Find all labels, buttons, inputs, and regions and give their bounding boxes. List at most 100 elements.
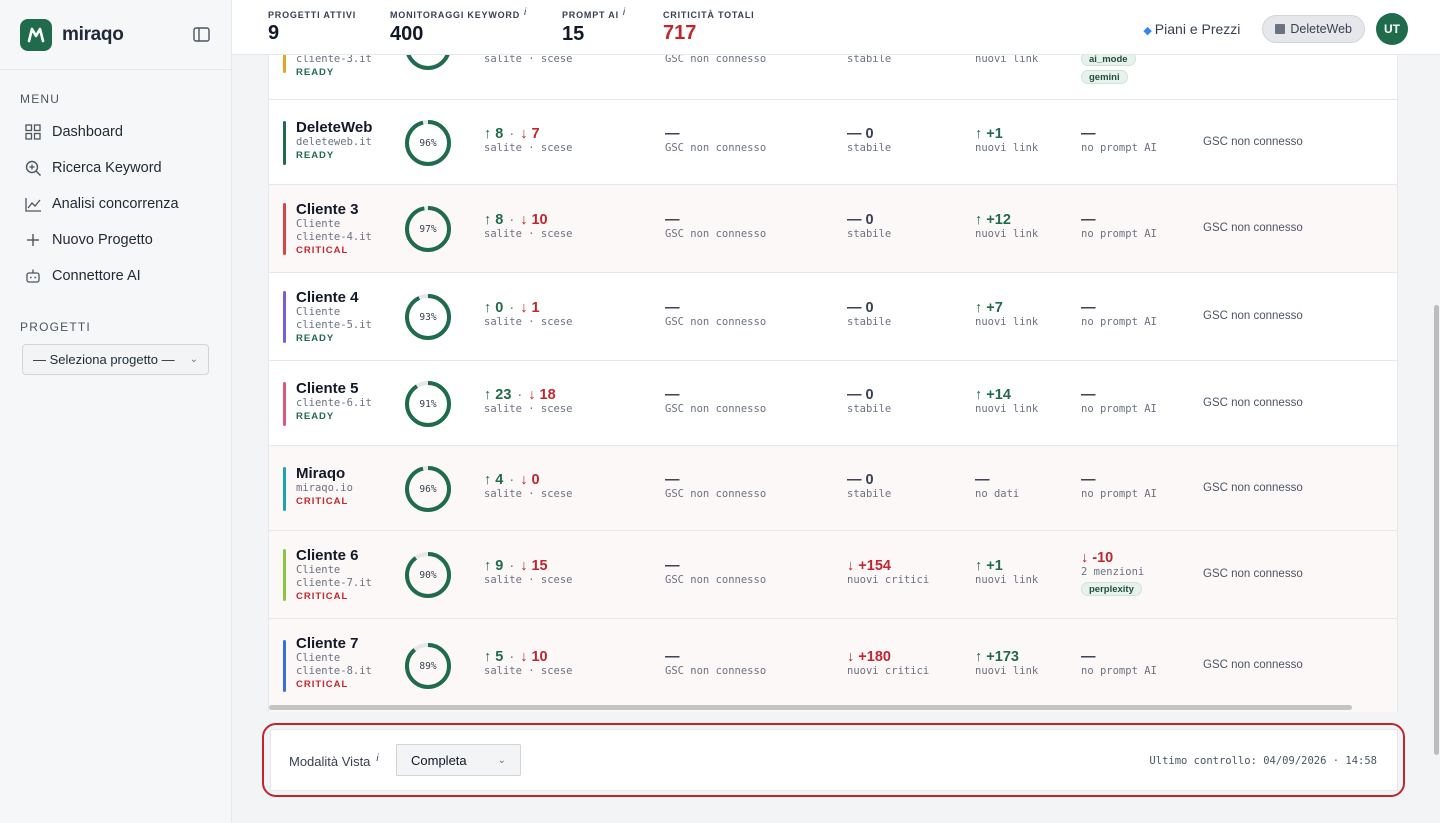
avatar[interactable]: UT xyxy=(1376,13,1408,45)
crit-sub: stabile xyxy=(847,142,892,154)
gsc-metric: — GSC non connesso xyxy=(665,558,766,587)
table-row[interactable]: Cliente 3 Cliente cliente-4.it CRITICAL 97% ↑… xyxy=(269,185,1397,273)
horizontal-scrollbar[interactable] xyxy=(269,705,1352,710)
project-select-value: — Seleziona progetto — xyxy=(33,352,175,367)
project-name[interactable]: DeleteWeb xyxy=(296,119,372,136)
info-icon[interactable]: i xyxy=(524,7,527,18)
project-name[interactable]: Cliente 4 xyxy=(296,289,372,306)
info-icon[interactable]: i xyxy=(623,7,626,18)
ai-sub: no prompt AI xyxy=(1081,488,1157,500)
critical-metric: — 0 stabile xyxy=(847,126,891,155)
gsc-status[interactable]: GSC non connesso xyxy=(1203,397,1303,409)
ai-metric: — no prompt AI xyxy=(1081,212,1157,241)
arrow-down-icon: ↓ xyxy=(520,472,532,488)
stat-prompt-ai: PROMPT AI i 15 xyxy=(562,7,626,46)
sidebar-item-label: Connettore AI xyxy=(52,268,141,284)
arrow-up-icon: ↑ xyxy=(484,126,496,142)
project-domain: deleteweb.it xyxy=(296,136,372,148)
ai-sub: no prompt AI xyxy=(1081,665,1157,677)
score-gauge: 89% xyxy=(403,641,453,691)
sidebar-item-nuovo-progetto[interactable]: Nuovo Progetto xyxy=(0,222,231,258)
gsc-status[interactable]: GSC non connesso xyxy=(1203,310,1303,322)
score-value: 96% xyxy=(419,137,437,149)
search-plus-icon xyxy=(24,159,42,177)
links-value: +14 xyxy=(986,387,1011,403)
project-cell: Cliente 4 Cliente cliente-5.it READY xyxy=(296,289,372,344)
kw-down: 10 xyxy=(531,649,548,665)
score-value: 90% xyxy=(419,569,437,581)
pricing-link[interactable]: ◆ Piani e Prezzi xyxy=(1143,21,1240,37)
sidebar-toggle-icon[interactable] xyxy=(191,25,211,45)
score-gauge: 96% xyxy=(403,118,453,168)
table-row[interactable]: Cliente 6 Cliente cliente-7.it CRITICAL 90% ↑… xyxy=(269,531,1397,619)
ai-sub: no prompt AI xyxy=(1081,403,1157,415)
sidebar-item-ricerca-keyword[interactable]: Ricerca Keyword xyxy=(0,150,231,186)
sidebar-item-dashboard[interactable]: Dashboard xyxy=(0,114,231,150)
table-row[interactable]: Cliente 7 Cliente cliente-8.it CRITICAL 89% ↑… xyxy=(269,619,1397,712)
score-value: 91% xyxy=(419,398,437,410)
kw-down: 10 xyxy=(531,212,548,228)
keyword-trend: ↑ 8 · ↓ 10 salite · scese xyxy=(484,212,573,240)
info-icon[interactable]: i xyxy=(376,753,378,764)
gsc-status[interactable]: GSC non connesso xyxy=(1203,568,1303,580)
gsc-status[interactable]: GSC non connesso xyxy=(1203,222,1303,234)
robot-icon xyxy=(24,267,42,285)
plus-icon xyxy=(24,231,42,249)
topbar: PROGETTI ATTIVI 9 MONITORAGGI KEYWORD i 400 P… xyxy=(232,0,1440,55)
project-type: Cliente xyxy=(296,564,341,576)
score-gauge: 91% xyxy=(403,379,453,429)
grid-icon xyxy=(24,123,42,141)
gsc-status[interactable]: GSC non connesso xyxy=(1203,136,1303,148)
trend-arrow-icon: ↑ xyxy=(975,558,987,574)
kw-sub: salite · scese xyxy=(484,403,573,415)
stat-monitoraggi-keyword: MONITORAGGI KEYWORD i 400 xyxy=(390,7,527,46)
keyword-trend: ↑ 8 · ↓ 7 salite · scese xyxy=(484,126,573,154)
ai-metric: — no prompt AI xyxy=(1081,387,1157,416)
vertical-scrollbar[interactable] xyxy=(1434,305,1439,755)
account-button[interactable]: DeleteWeb xyxy=(1262,15,1365,43)
crit-value: — 0 xyxy=(847,126,874,142)
project-name[interactable]: Cliente 7 xyxy=(296,635,372,652)
gsc-metric: — GSC non connesso xyxy=(665,300,766,329)
stat-progetti-attivi: PROGETTI ATTIVI 9 xyxy=(268,10,356,45)
sidebar-item-analisi-concorrenza[interactable]: Analisi concorrenza xyxy=(0,186,231,222)
gsc-status[interactable]: GSC non connesso xyxy=(1203,659,1303,671)
project-select[interactable]: — Seleziona progetto — ⌄ xyxy=(22,344,209,375)
project-name[interactable]: Cliente 3 xyxy=(296,201,372,218)
table-row[interactable]: Cliente 4 Cliente cliente-5.it READY 93% ↑ 0 ·… xyxy=(269,273,1397,361)
project-status: CRITICAL xyxy=(296,496,349,507)
gsc-sub: GSC non connesso xyxy=(665,403,767,415)
trend-arrow-icon: ↑ xyxy=(975,300,987,316)
kw-up: 4 xyxy=(495,472,504,488)
crit-sub: stabile xyxy=(847,228,892,240)
diamond-icon: ◆ xyxy=(1143,25,1152,37)
gsc-value: — xyxy=(665,387,680,403)
critical-metric: — 0 stabile xyxy=(847,472,891,501)
project-name[interactable]: Miraqo xyxy=(296,465,353,482)
project-type: Cliente xyxy=(296,306,341,318)
links-metric: ↑ +1 nuovi link xyxy=(975,558,1038,587)
project-name[interactable]: Cliente 6 xyxy=(296,547,372,564)
table-row[interactable]: Miraqo miraqo.io CRITICAL 96% ↑ 4 · ↓ 0 salite … xyxy=(269,446,1397,531)
ai-value: — xyxy=(1081,649,1096,665)
links-value: +7 xyxy=(986,300,1003,316)
table-row[interactable]: DeleteWeb deleteweb.it READY 96% ↑ 8 · ↓ 7 sali… xyxy=(269,100,1397,185)
crit-sub: stabile xyxy=(847,488,892,500)
view-mode-select[interactable]: Completa ⌄ xyxy=(396,744,521,776)
project-name[interactable]: Cliente 5 xyxy=(296,380,372,397)
arrow-up-icon: ↑ xyxy=(484,558,496,574)
table-row[interactable]: Cliente 5 cliente-6.it READY 91% ↑ 23 · ↓ 18 sa… xyxy=(269,361,1397,446)
ai-metric: — no prompt AI xyxy=(1081,300,1157,329)
links-metric: — no dati xyxy=(975,472,1019,501)
chevron-down-icon: ⌄ xyxy=(189,354,198,365)
gsc-sub: GSC non connesso xyxy=(665,665,767,677)
gsc-status[interactable]: GSC non connesso xyxy=(1203,482,1303,494)
projects-table: cliente-3.it READY salite · scese GSC no… xyxy=(268,0,1398,712)
stat-label: CRITICITÀ TOTALI xyxy=(663,10,755,20)
sidebar-item-connettore-ai[interactable]: Connettore AI xyxy=(0,258,231,294)
critical-metric: — 0 stabile xyxy=(847,300,891,329)
gsc-value: — xyxy=(665,558,680,574)
sidebar-item-label: Nuovo Progetto xyxy=(52,232,153,248)
kw-sub: salite · scese xyxy=(484,574,573,586)
logo-icon[interactable] xyxy=(20,18,52,51)
